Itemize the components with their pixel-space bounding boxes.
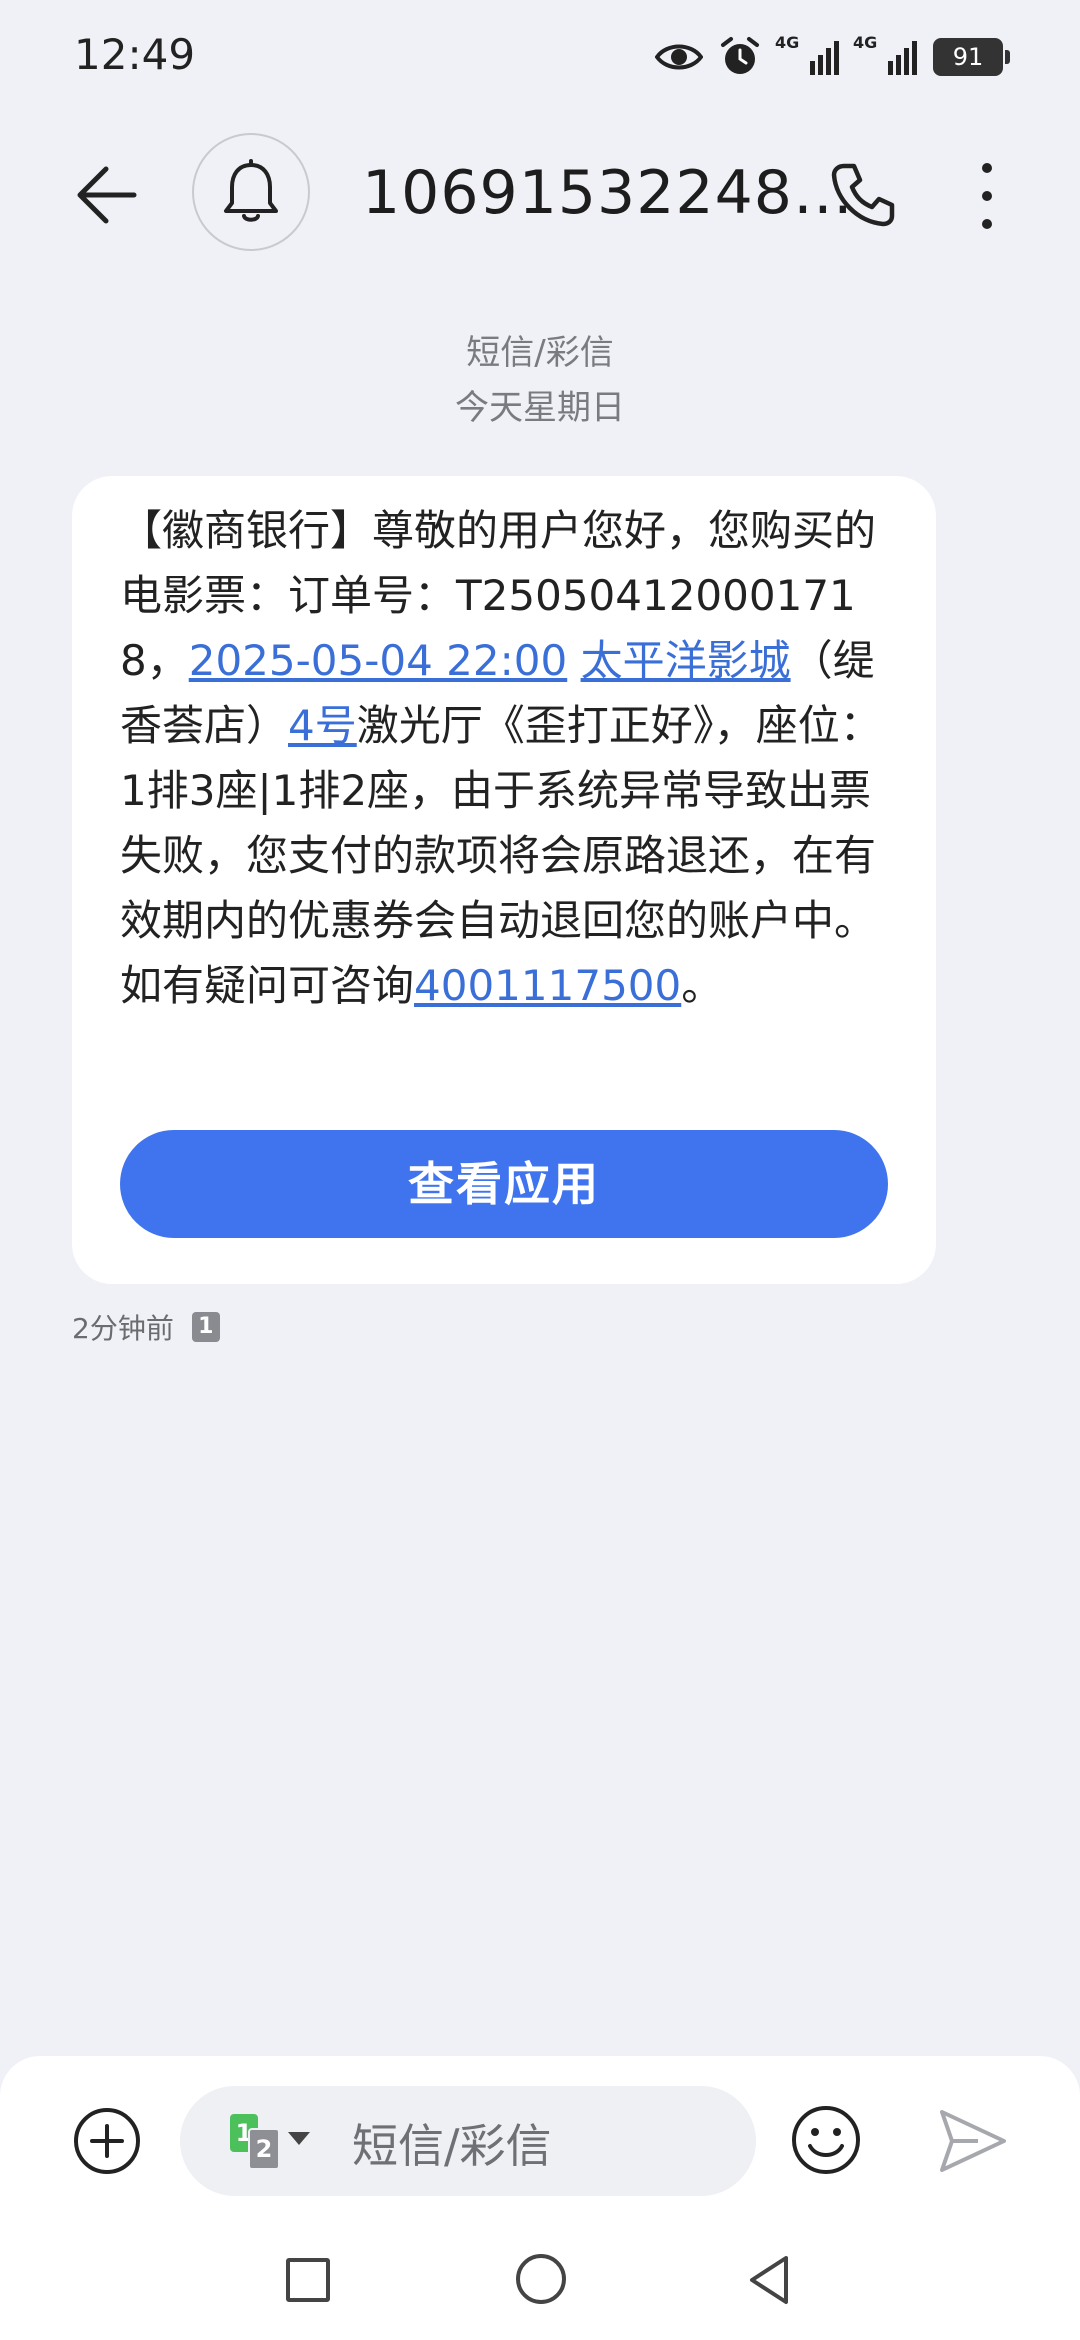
network-type-2: 4G [853,33,878,52]
send-icon[interactable] [938,2108,1008,2174]
battery-icon: 91 [933,38,1010,76]
recents-icon[interactable] [286,2258,330,2302]
time-ago: 2分钟前 [72,1312,174,1345]
message-text: 【徽商银行】尊敬的用户您好，您购买的电影票：订单号：T2505041200017… [120,498,900,1018]
input-placeholder: 短信/彩信 [352,2119,552,2173]
chevron-down-icon [288,2132,310,2145]
sim-badge: 1 [191,1312,220,1342]
home-icon[interactable] [516,2254,566,2304]
message-text-part: 。 [681,961,724,1010]
date-label: 今天星期日 [455,388,625,428]
battery-level: 91 [933,38,1003,76]
sender-number: 10691532248… [362,158,854,228]
status-bar: 12:49 4G 4G 91 [0,0,1080,120]
nav-back-icon[interactable] [746,2254,790,2306]
composer-bar: 1 2 短信/彩信 [0,2056,1080,2340]
back-arrow-icon[interactable] [72,160,142,230]
status-icons: 4G 4G 91 [655,32,1010,82]
conversation-header: 10691532248… [0,130,1080,260]
bell-icon [224,159,278,222]
phone-icon[interactable] [828,160,898,230]
phone-link[interactable]: 4001117500 [414,961,681,1010]
more-vertical-icon[interactable] [972,156,1002,236]
network-type-1: 4G [775,33,800,52]
message-timestamp: 2分钟前 1 [72,1307,220,1347]
message-type-label: 短信/彩信 [466,333,614,373]
sim2-icon: 2 [248,2128,280,2170]
cinema-link[interactable]: 太平洋影城 [581,636,791,685]
view-app-button[interactable]: 查看应用 [120,1130,888,1238]
datetime-link[interactable]: 2025-05-04 22:00 [189,636,567,685]
sim-selector[interactable]: 1 2 [230,2114,310,2170]
message-bubble[interactable]: 【徽商银行】尊敬的用户您好，您购买的电影票：订单号：T2505041200017… [72,476,936,1284]
alarm-icon [721,37,759,74]
system-nav-bar [0,2230,1080,2340]
message-input[interactable]: 1 2 短信/彩信 [180,2086,756,2196]
contact-avatar[interactable] [192,133,310,251]
signal-icon: 4G [775,33,839,75]
eye-icon [655,44,703,70]
signal-icon: 4G [853,33,917,75]
add-icon[interactable] [72,2106,142,2176]
status-time: 12:49 [74,30,196,79]
hall-link[interactable]: 4号 [288,701,357,750]
emoji-icon[interactable] [790,2104,862,2176]
